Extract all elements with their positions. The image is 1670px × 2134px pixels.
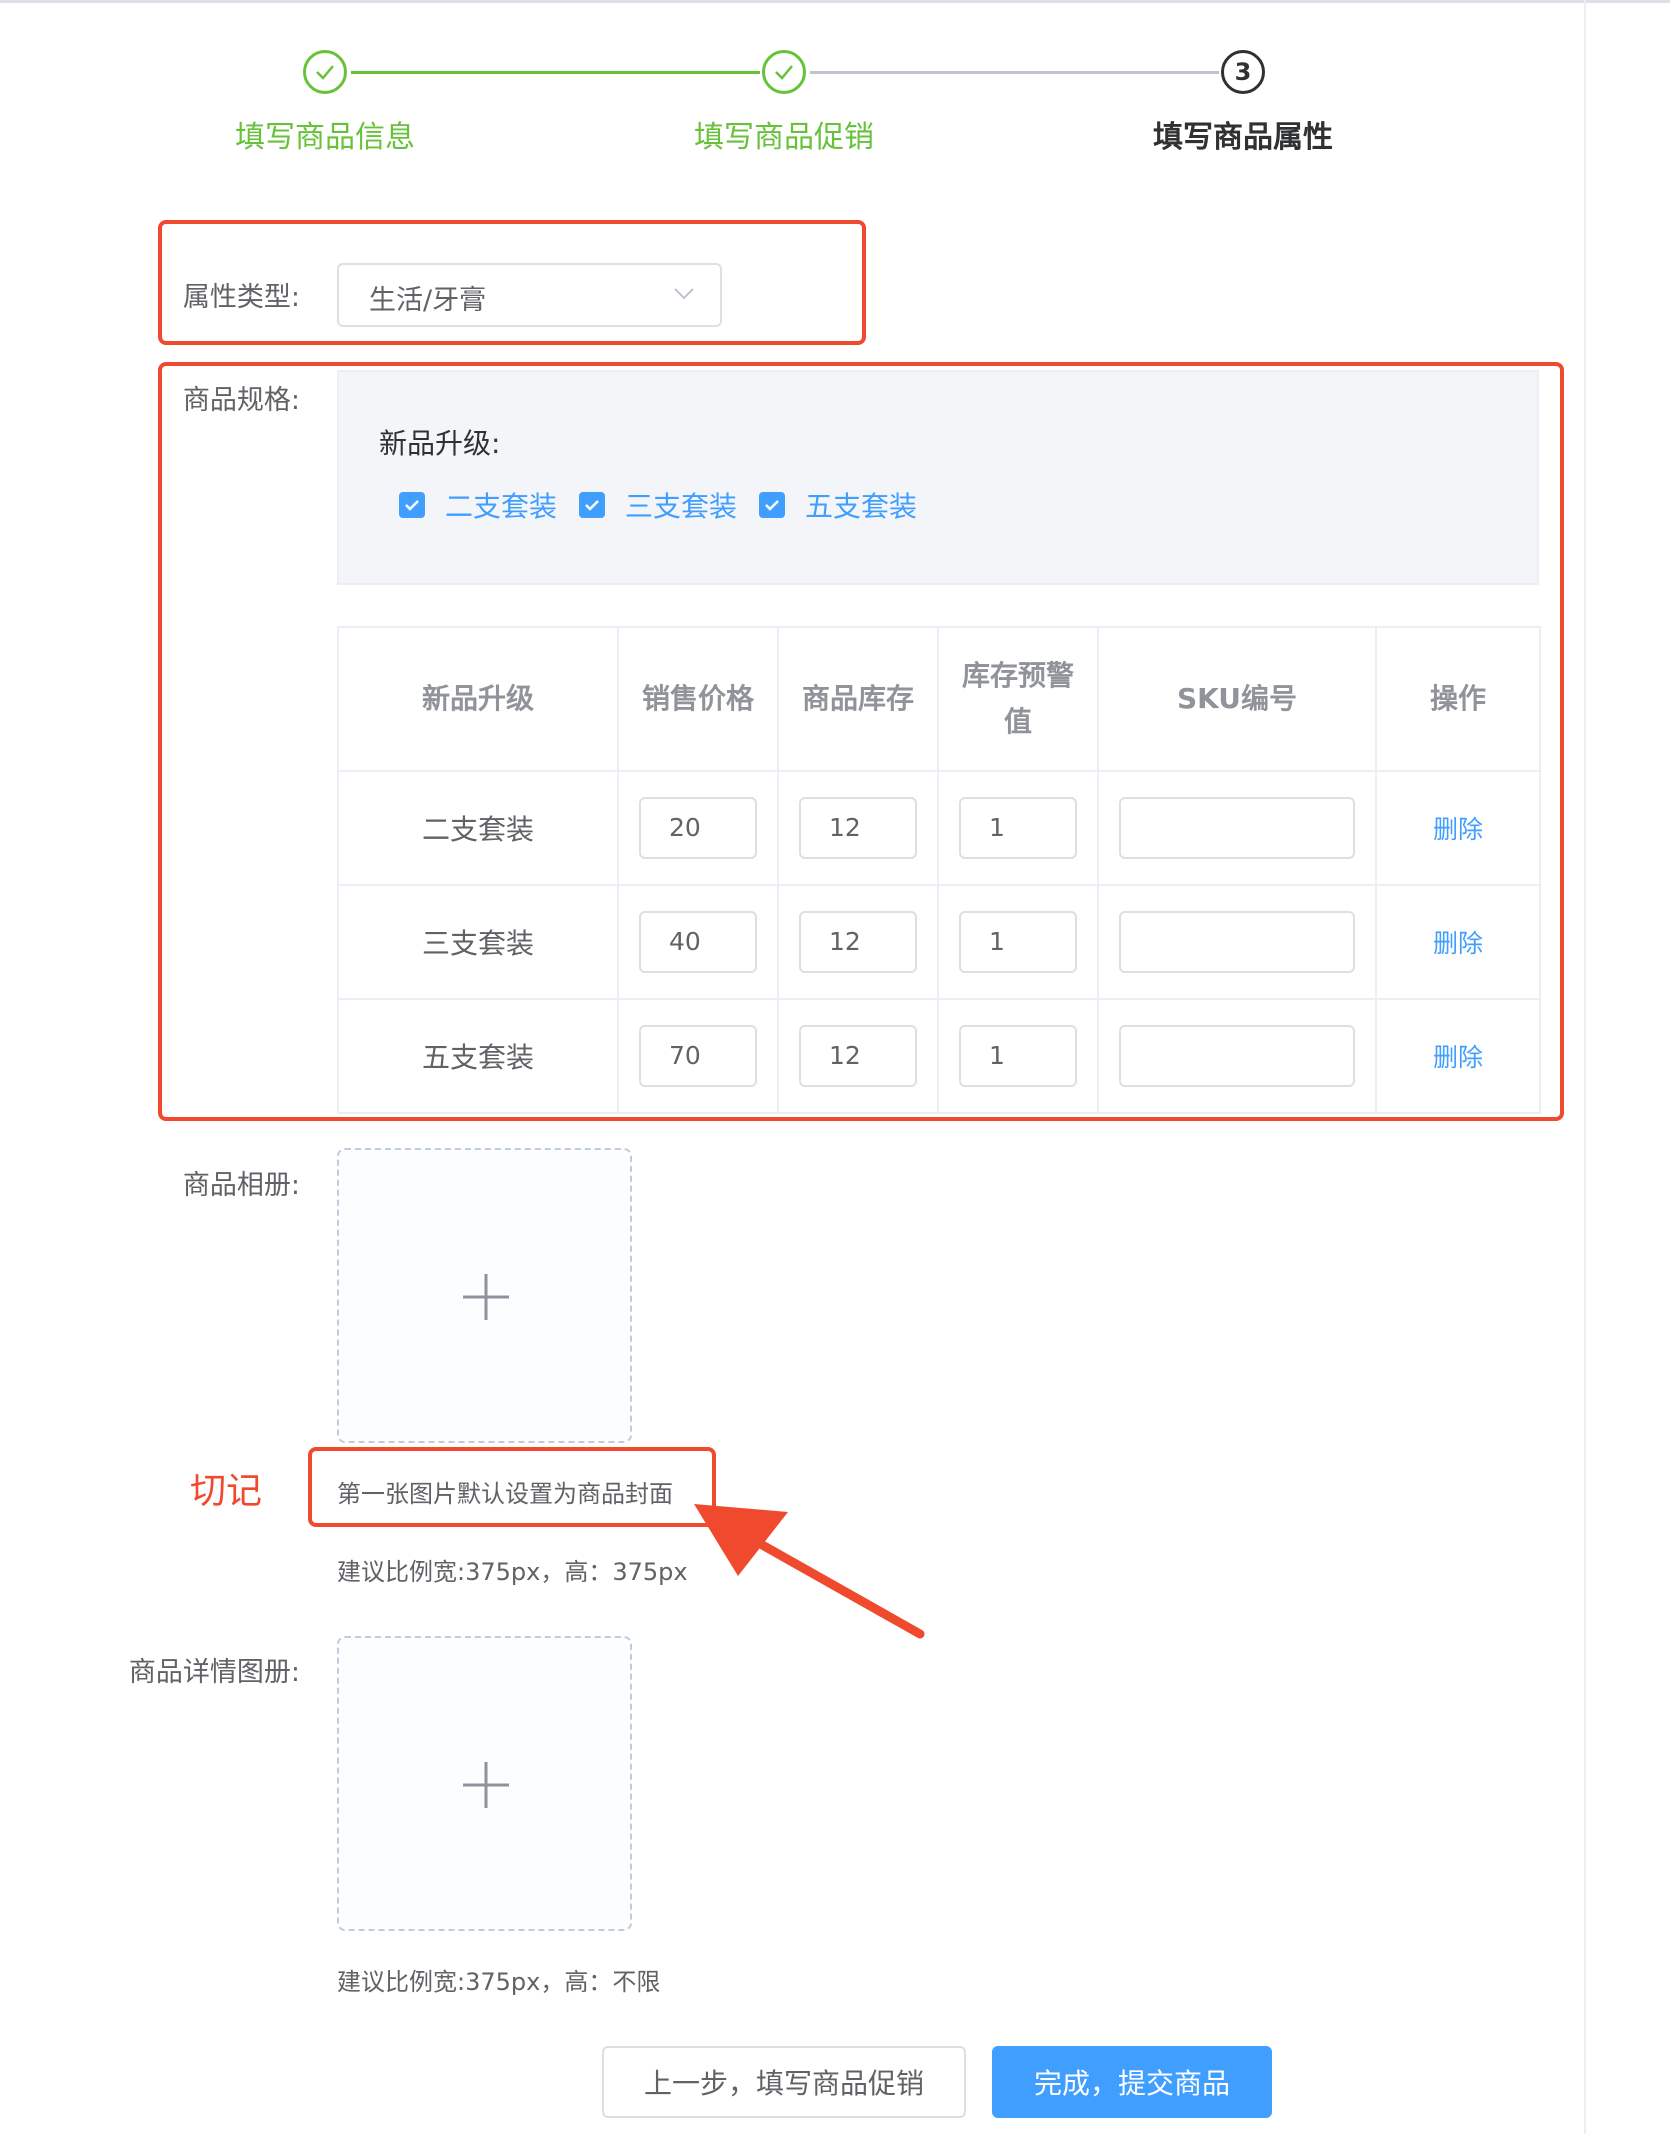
step-3-title: 填写商品属性 bbox=[1153, 120, 1333, 155]
top-border bbox=[0, 0, 1670, 3]
chevron-down-icon bbox=[674, 288, 694, 300]
col-header-stock: 商品库存 bbox=[777, 626, 939, 772]
table-row: 三支套装 40 12 1 删除 bbox=[337, 884, 1541, 1000]
col-header-sku: SKU编号 bbox=[1097, 626, 1377, 772]
price-input[interactable]: 20 bbox=[639, 797, 757, 859]
price-input[interactable]: 40 bbox=[639, 911, 757, 973]
step-1-connector bbox=[351, 71, 760, 74]
sku-code-input[interactable] bbox=[1119, 1025, 1355, 1087]
spec-panel: 新品升级: 二支套装 三支套装 五支套装 bbox=[337, 370, 1539, 585]
warn-input[interactable]: 1 bbox=[959, 911, 1077, 973]
sku-name: 三支套装 bbox=[337, 884, 619, 1000]
col-header-price: 销售价格 bbox=[617, 626, 779, 772]
attr-type-value: 生活/牙膏 bbox=[369, 285, 487, 316]
sku-name: 五支套装 bbox=[337, 998, 619, 1114]
prev-step-button[interactable]: 上一步，填写商品促销 bbox=[602, 2046, 966, 2118]
checkbox-label: 二支套装 bbox=[445, 490, 558, 523]
stock-input[interactable]: 12 bbox=[799, 1025, 917, 1087]
delete-link[interactable]: 删除 bbox=[1433, 1043, 1483, 1072]
warn-input[interactable]: 1 bbox=[959, 1025, 1077, 1087]
attr-type-select[interactable]: 生活/牙膏 bbox=[337, 263, 722, 327]
album-upload[interactable] bbox=[337, 1148, 632, 1443]
plus-icon bbox=[463, 1762, 509, 1808]
right-border bbox=[1584, 0, 1586, 2134]
detail-album-label: 商品详情图册: bbox=[128, 1657, 300, 1688]
table-row: 二支套装 20 12 1 删除 bbox=[337, 770, 1541, 886]
sku-table: 新品升级 销售价格 商品库存 库存预警值 SKU编号 操作 二支套装 20 12… bbox=[337, 626, 1541, 1114]
checkbox-label: 三支套装 bbox=[625, 490, 738, 523]
step-1-title: 填写商品信息 bbox=[235, 120, 415, 155]
album-size-hint: 建议比例宽:375px，高：375px bbox=[337, 1558, 688, 1586]
attr-type-label: 属性类型: bbox=[182, 282, 300, 313]
cover-note: 第一张图片默认设置为商品封面 bbox=[337, 1480, 673, 1508]
delete-link[interactable]: 删除 bbox=[1433, 929, 1483, 958]
step-2-check-icon bbox=[762, 50, 806, 94]
album-label: 商品相册: bbox=[182, 1170, 300, 1201]
stock-input[interactable]: 12 bbox=[799, 911, 917, 973]
table-header-row: 新品升级 销售价格 商品库存 库存预警值 SKU编号 操作 bbox=[337, 626, 1541, 772]
stock-input[interactable]: 12 bbox=[799, 797, 917, 859]
step-2-title: 填写商品促销 bbox=[694, 120, 874, 155]
checkbox-option-2[interactable]: 三支套装 bbox=[579, 485, 737, 525]
warn-input[interactable]: 1 bbox=[959, 797, 1077, 859]
step-1-check-icon bbox=[303, 50, 347, 94]
checkbox-checked-icon bbox=[399, 492, 425, 518]
checkbox-option-1[interactable]: 二支套装 bbox=[399, 485, 557, 525]
checkbox-checked-icon bbox=[579, 492, 605, 518]
spec-group-title: 新品升级: bbox=[379, 427, 501, 460]
detail-album-upload[interactable] bbox=[337, 1636, 632, 1931]
col-header-spec: 新品升级 bbox=[337, 626, 619, 772]
submit-button[interactable]: 完成，提交商品 bbox=[992, 2046, 1272, 2118]
sku-code-input[interactable] bbox=[1119, 911, 1355, 973]
spec-label: 商品规格: bbox=[182, 385, 300, 416]
price-input[interactable]: 70 bbox=[639, 1025, 757, 1087]
sku-code-input[interactable] bbox=[1119, 797, 1355, 859]
arrow-annotation-icon bbox=[694, 1504, 925, 1639]
step-2-connector bbox=[810, 71, 1219, 74]
col-header-warn-text: 库存预警值 bbox=[961, 659, 1074, 738]
annotation-text: 切记 bbox=[190, 1471, 263, 1512]
detail-album-size-hint: 建议比例宽:375px，高：不限 bbox=[337, 1968, 661, 1996]
col-header-warn: 库存预警值 bbox=[937, 626, 1099, 772]
checkbox-label: 五支套装 bbox=[805, 490, 918, 523]
table-row: 五支套装 70 12 1 删除 bbox=[337, 998, 1541, 1114]
checkbox-checked-icon bbox=[759, 492, 785, 518]
checkbox-option-3[interactable]: 五支套装 bbox=[759, 485, 917, 525]
plus-icon bbox=[463, 1274, 509, 1320]
delete-link[interactable]: 删除 bbox=[1433, 815, 1483, 844]
col-header-action: 操作 bbox=[1375, 626, 1541, 772]
sku-name: 二支套装 bbox=[337, 770, 619, 886]
step-3-number: 3 bbox=[1221, 50, 1265, 94]
